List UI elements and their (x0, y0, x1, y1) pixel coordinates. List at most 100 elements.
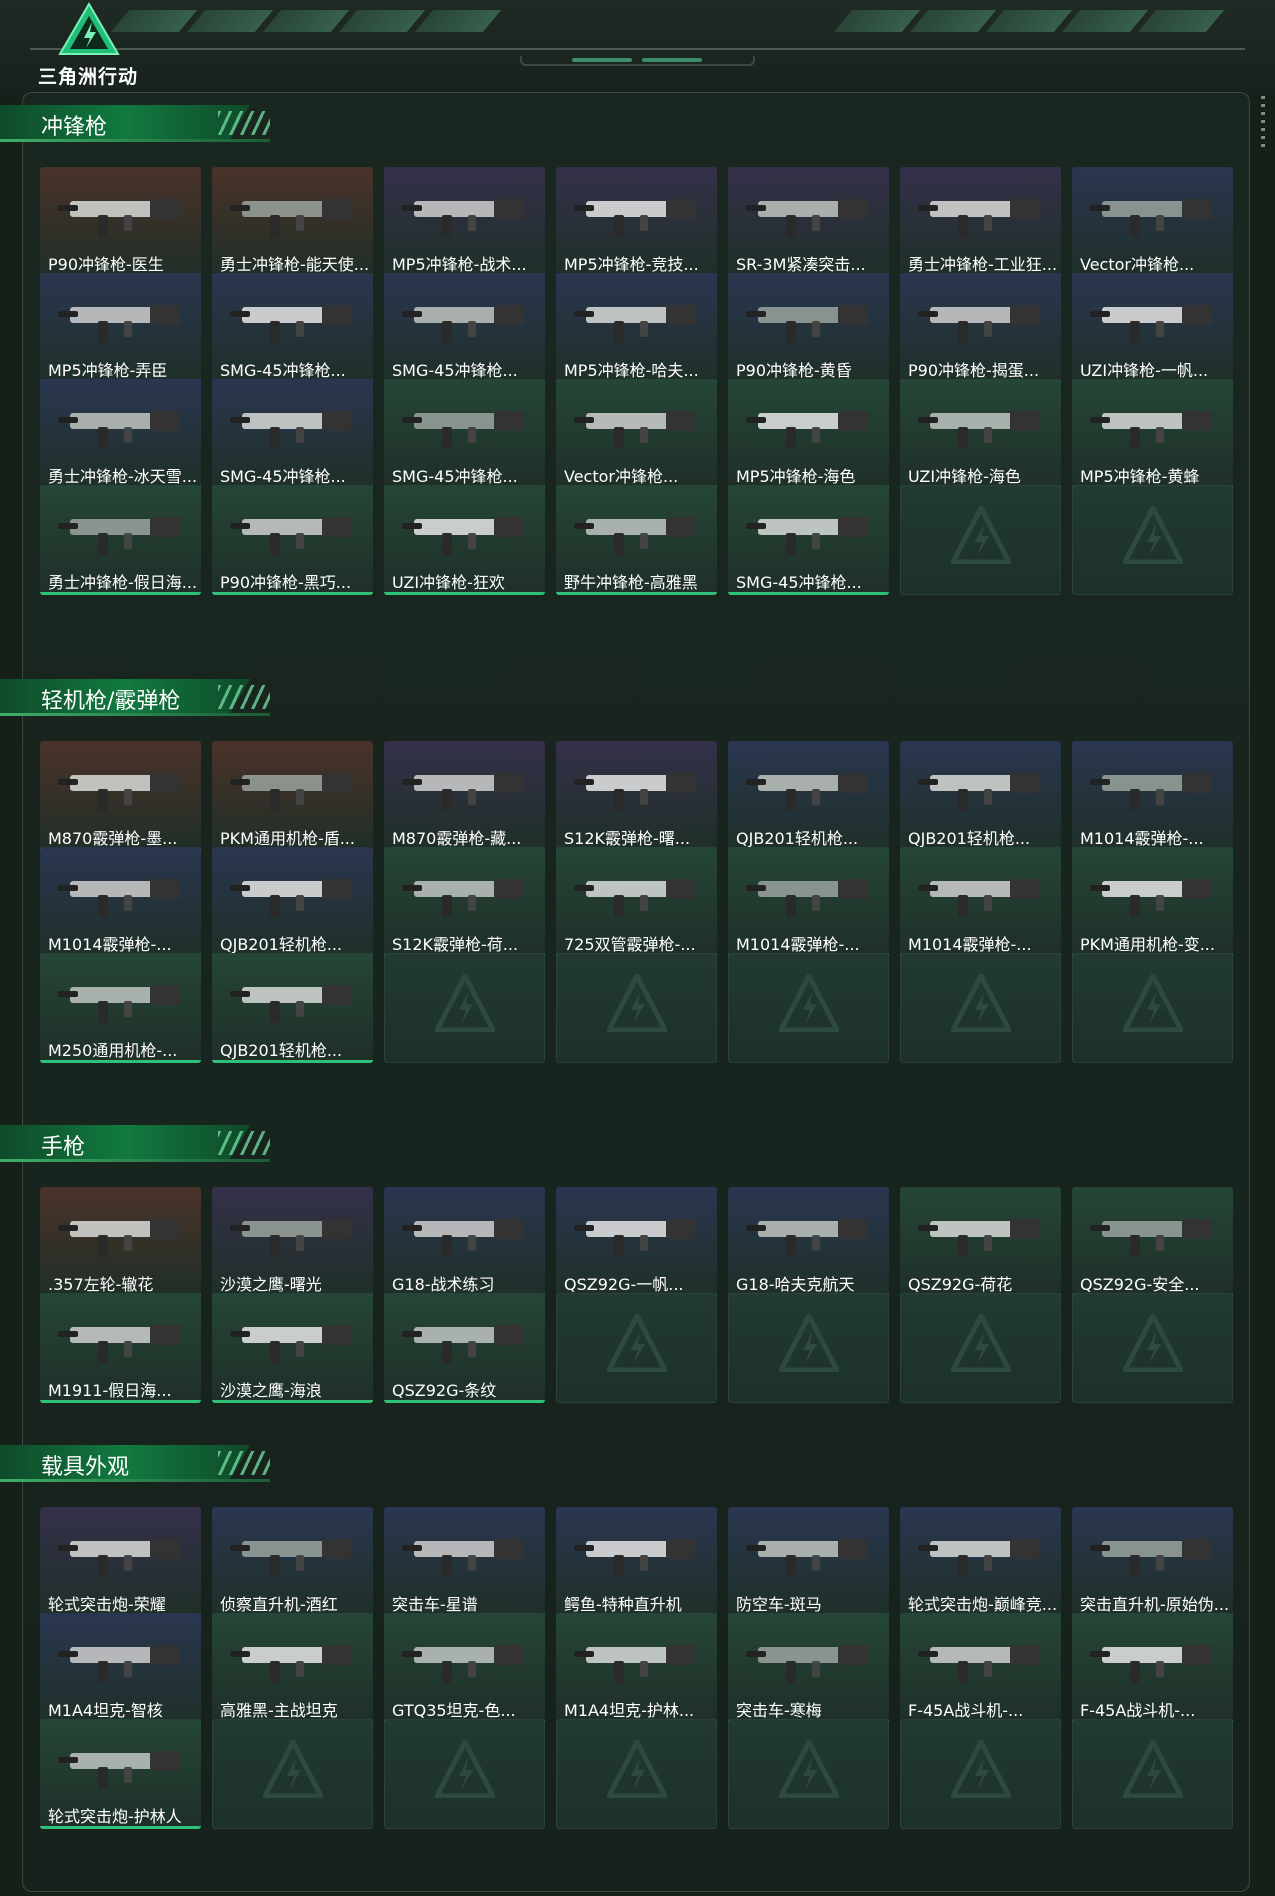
item-name: .357左轮-辙花 (48, 1275, 154, 1294)
item-card[interactable]: QJB201轻机枪... (728, 741, 889, 851)
item-card[interactable]: P90冲锋枪-黄昏 (728, 273, 889, 383)
item-card[interactable]: SMG-45冲锋枪... (212, 379, 373, 489)
scrollbar-handle[interactable] (1261, 96, 1265, 150)
item-card[interactable]: M1014霰弹枪-... (900, 847, 1061, 957)
item-card[interactable]: 轮式突击炮-护林人 (40, 1719, 201, 1829)
item-thumbnail-icon (402, 1219, 524, 1257)
item-card[interactable]: QSZ92G-安全... (1072, 1187, 1233, 1297)
item-card[interactable]: .357左轮-辙花 (40, 1187, 201, 1297)
item-card[interactable]: M1A4坦克-护林... (556, 1613, 717, 1723)
item-card[interactable]: 鳄鱼-特种直升机 (556, 1507, 717, 1617)
item-card[interactable]: S12K霰弹枪-荷... (384, 847, 545, 957)
item-card[interactable]: F-45A战斗机-... (900, 1613, 1061, 1723)
item-card[interactable]: M870霰弹枪-藏... (384, 741, 545, 851)
item-card[interactable]: Vector冲锋枪... (556, 379, 717, 489)
item-card[interactable]: 高雅黑-主战坦克 (212, 1613, 373, 1723)
item-card[interactable]: UZI冲锋枪-一帆... (1072, 273, 1233, 383)
item-card[interactable]: 轮式突击炮-荣耀 (40, 1507, 201, 1617)
item-name: G18-哈夫克航天 (736, 1275, 855, 1294)
section-header-slashes (218, 111, 270, 135)
item-card[interactable]: GTQ35坦克-色... (384, 1613, 545, 1723)
item-card[interactable]: S12K霰弹枪-曙... (556, 741, 717, 851)
empty-item-slot (384, 1719, 545, 1829)
item-card[interactable]: QSZ92G-一帆... (556, 1187, 717, 1297)
item-name: MP5冲锋枪-黄蜂 (1080, 467, 1200, 486)
item-thumbnail-icon (918, 1219, 1040, 1257)
item-card[interactable]: 勇士冲锋枪-假日海... (40, 485, 201, 595)
item-card[interactable]: SMG-45冲锋枪... (212, 273, 373, 383)
item-card[interactable]: PKM通用机枪-盾... (212, 741, 373, 851)
item-card[interactable]: MP5冲锋枪-竞技... (556, 167, 717, 277)
item-card[interactable]: SMG-45冲锋枪... (384, 273, 545, 383)
item-card[interactable]: 勇士冲锋枪-能天使... (212, 167, 373, 277)
item-card[interactable]: 勇士冲锋枪-工业狂... (900, 167, 1061, 277)
item-name: 轮式突击炮-护林人 (48, 1807, 182, 1826)
item-card[interactable]: PKM通用机枪-变... (1072, 847, 1233, 957)
item-card[interactable]: 突击车-寒梅 (728, 1613, 889, 1723)
empty-item-slot (900, 1293, 1061, 1403)
item-thumbnail-icon (230, 1645, 352, 1683)
item-card[interactable]: G18-战术练习 (384, 1187, 545, 1297)
item-card[interactable]: F-45A战斗机-... (1072, 1613, 1233, 1723)
item-card[interactable]: P90冲锋枪-揭蛋... (900, 273, 1061, 383)
item-name: SR-3M紧凑突击... (736, 255, 866, 274)
item-thumbnail-icon (402, 517, 524, 555)
empty-slot-icon (1123, 974, 1183, 1032)
item-name: MP5冲锋枪-竞技... (564, 255, 699, 274)
item-card[interactable]: MP5冲锋枪-黄蜂 (1072, 379, 1233, 489)
item-card[interactable]: M870霰弹枪-墨... (40, 741, 201, 851)
item-card[interactable]: QJB201轻机枪... (900, 741, 1061, 851)
item-card[interactable]: 沙漠之鹰-曙光 (212, 1187, 373, 1297)
item-card[interactable]: QSZ92G-荷花 (900, 1187, 1061, 1297)
item-card[interactable]: M1014霰弹枪-... (728, 847, 889, 957)
item-card[interactable]: 侦察直升机-酒红 (212, 1507, 373, 1617)
item-card[interactable]: UZI冲锋枪-海色 (900, 379, 1061, 489)
item-thumbnail-icon (574, 199, 696, 237)
item-card[interactable]: 725双管霰弹枪-... (556, 847, 717, 957)
item-card[interactable]: M250通用机枪-... (40, 953, 201, 1063)
rarity-bar (384, 592, 545, 595)
item-card[interactable]: M1014霰弹枪-... (40, 847, 201, 957)
empty-slot-icon (951, 1740, 1011, 1798)
item-card[interactable]: QJB201轻机枪... (212, 953, 373, 1063)
item-card[interactable]: 野牛冲锋枪-高雅黑 (556, 485, 717, 595)
item-card[interactable]: SMG-45冲锋枪... (384, 379, 545, 489)
item-name: 突击直升机-原始伪... (1080, 1595, 1230, 1614)
item-name: PKM通用机枪-变... (1080, 935, 1215, 954)
item-card[interactable]: M1911-假日海... (40, 1293, 201, 1403)
item-card[interactable]: MP5冲锋枪-弄臣 (40, 273, 201, 383)
empty-slot-icon (435, 1740, 495, 1798)
item-card[interactable]: SR-3M紧凑突击... (728, 167, 889, 277)
empty-item-slot (556, 1293, 717, 1403)
item-card[interactable]: 突击车-星谱 (384, 1507, 545, 1617)
item-card[interactable]: UZI冲锋枪-狂欢 (384, 485, 545, 595)
item-card[interactable]: P90冲锋枪-黑巧... (212, 485, 373, 595)
item-card[interactable]: 轮式突击炮-巅峰竞... (900, 1507, 1061, 1617)
item-thumbnail-icon (746, 199, 868, 237)
item-card[interactable]: 勇士冲锋枪-冰天雪... (40, 379, 201, 489)
item-card[interactable]: 防空车-斑马 (728, 1507, 889, 1617)
item-name: QSZ92G-一帆... (564, 1275, 684, 1294)
item-card[interactable]: P90冲锋枪-医生 (40, 167, 201, 277)
item-card[interactable]: 突击直升机-原始伪... (1072, 1507, 1233, 1617)
item-name: SMG-45冲锋枪... (736, 573, 862, 592)
item-thumbnail-icon (1090, 1645, 1212, 1683)
item-card[interactable]: 沙漠之鹰-海浪 (212, 1293, 373, 1403)
item-card[interactable]: G18-哈夫克航天 (728, 1187, 889, 1297)
item-card[interactable]: QJB201轻机枪... (212, 847, 373, 957)
item-card[interactable]: QSZ92G-条纹 (384, 1293, 545, 1403)
item-card[interactable]: Vector冲锋枪... (1072, 167, 1233, 277)
item-name: M1014霰弹枪-... (1080, 829, 1204, 848)
item-card[interactable]: M1014霰弹枪-... (1072, 741, 1233, 851)
item-card[interactable]: M1A4坦克-智核 (40, 1613, 201, 1723)
item-thumbnail-icon (746, 1645, 868, 1683)
item-card[interactable]: MP5冲锋枪-哈夫... (556, 273, 717, 383)
item-card[interactable]: SMG-45冲锋枪... (728, 485, 889, 595)
item-card[interactable]: MP5冲锋枪-海色 (728, 379, 889, 489)
empty-item-slot (556, 1719, 717, 1829)
empty-item-slot (384, 953, 545, 1063)
rarity-bar (40, 592, 201, 595)
section-title: 手枪 (41, 1135, 86, 1160)
item-card[interactable]: MP5冲锋枪-战术... (384, 167, 545, 277)
item-name: 野牛冲锋枪-高雅黑 (564, 573, 698, 592)
